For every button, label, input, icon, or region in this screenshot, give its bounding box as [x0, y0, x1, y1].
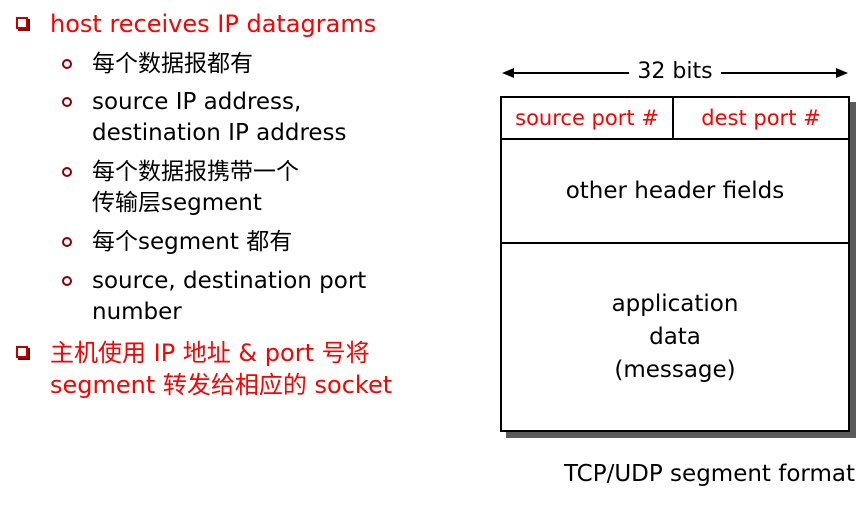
data-line: application	[611, 290, 739, 317]
header-fields-row: other header fields	[502, 140, 848, 244]
circle-bullet-icon	[62, 167, 72, 177]
circle-bullet-icon	[62, 59, 72, 69]
segment-format-diagram: source port # dest port # other header f…	[500, 96, 850, 432]
bullet-line: 主机使用 IP 地址 & port 号将	[50, 339, 370, 367]
bullet-line: segment 转发给相应的 socket	[50, 371, 393, 399]
data-line: (message)	[614, 356, 736, 383]
bullet-line: 每个segment 都有	[92, 229, 293, 255]
header-fields-label: other header fields	[565, 178, 785, 204]
width-indicator: 32 bits	[500, 58, 850, 86]
circle-bullet-icon	[62, 237, 72, 247]
bullet-line: 传输层segment	[92, 190, 262, 216]
ports-row: source port # dest port #	[502, 98, 848, 140]
diagram-caption: TCP/UDP segment format	[563, 461, 855, 487]
bullet-line: destination IP address	[92, 120, 347, 146]
bullet-line: number	[92, 299, 182, 325]
dest-port-field: dest port #	[701, 106, 821, 130]
square-bullet-icon	[16, 17, 28, 29]
bullet-line: 每个数据报都有	[92, 51, 253, 77]
square-bullet-icon	[16, 346, 28, 358]
bullet-line: source IP address,	[92, 89, 302, 115]
bullet-line: 每个数据报携带一个	[92, 159, 299, 185]
circle-bullet-icon	[62, 97, 72, 107]
data-line: data	[649, 323, 701, 350]
data-row: application data (message)	[502, 244, 848, 430]
source-port-field: source port #	[502, 98, 674, 138]
bullet-line: host receives IP datagrams	[50, 10, 377, 38]
circle-bullet-icon	[62, 276, 72, 286]
width-label: 32 bits	[629, 59, 721, 84]
bullet-line: source, destination port	[92, 268, 367, 294]
